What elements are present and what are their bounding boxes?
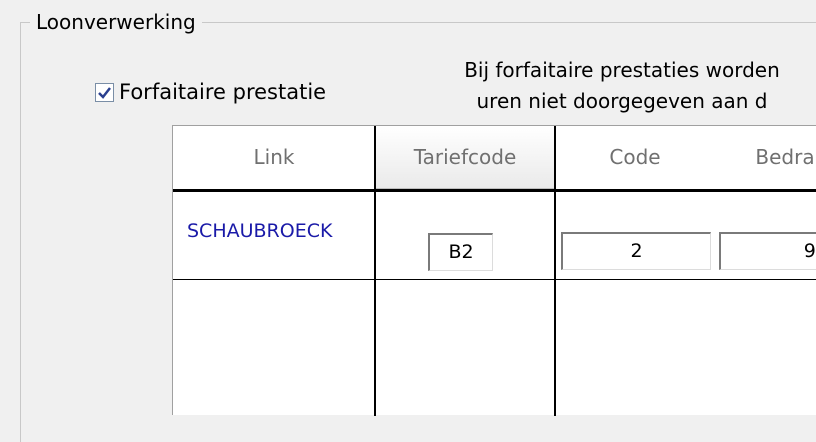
info-line-1: Bij forfaitaire prestaties worden xyxy=(464,58,780,82)
bedrag-field[interactable]: 9.3 xyxy=(719,232,816,270)
info-text: Bij forfaitaire prestaties worden uren n… xyxy=(412,55,816,117)
column-divider-1 xyxy=(374,126,376,416)
checkbox-box[interactable] xyxy=(95,82,114,102)
column-header-bedrag[interactable]: Bedra xyxy=(715,126,816,189)
checkmark-icon xyxy=(98,86,111,99)
tariefcode-field[interactable]: B2 xyxy=(428,233,493,271)
code-field[interactable]: 2 xyxy=(561,232,711,270)
column-header-tariefcode[interactable]: Tariefcode xyxy=(375,126,555,189)
link-cell[interactable]: SCHAUBROECK xyxy=(187,219,332,243)
info-line-2: uren niet doorgegeven aan d xyxy=(476,89,768,113)
column-divider-2 xyxy=(554,126,556,416)
group-title: Loonverwerking xyxy=(30,8,202,36)
forfaitaire-prestatie-checkbox[interactable]: Forfaitaire prestatie xyxy=(95,79,326,105)
column-header-link[interactable]: Link xyxy=(173,126,375,189)
row-divider xyxy=(173,279,816,280)
header-separator xyxy=(173,189,816,192)
column-header-code[interactable]: Code xyxy=(555,126,715,189)
rates-grid: Link Tariefcode Code Bedra SCHAUBROECK B… xyxy=(172,125,816,416)
checkbox-label: Forfaitaire prestatie xyxy=(119,80,327,104)
